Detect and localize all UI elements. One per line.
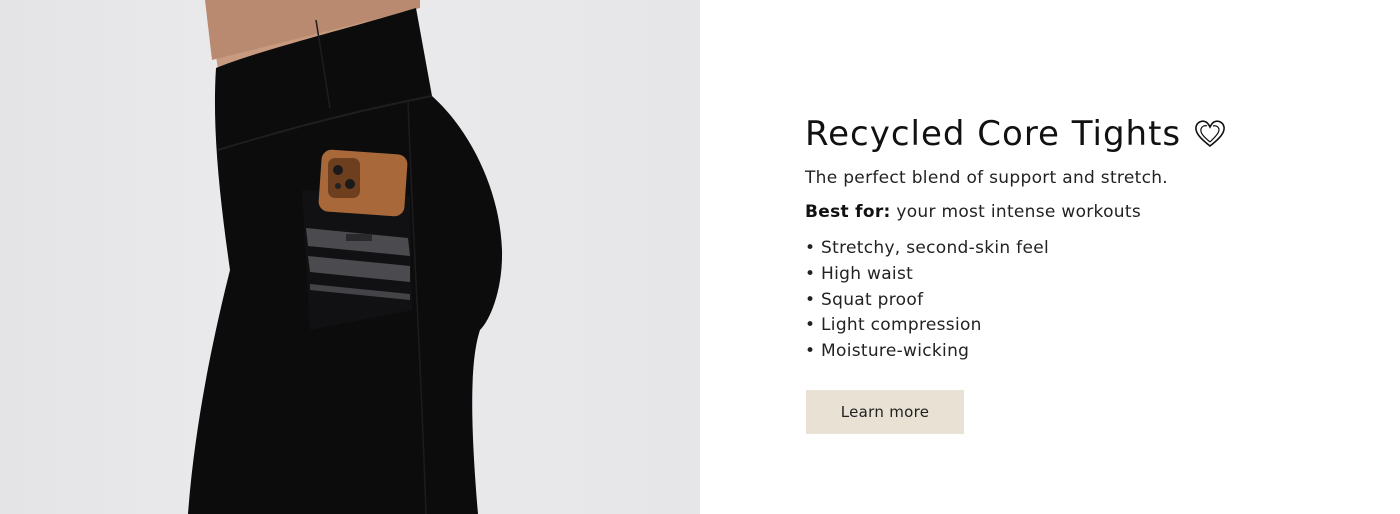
feature-item: Light compression bbox=[805, 313, 1325, 339]
feature-list: Stretchy, second-skin feel High waist Sq… bbox=[805, 236, 1325, 365]
best-for-line: Best for: your most intense workouts bbox=[805, 202, 1325, 222]
learn-more-button[interactable]: Learn more bbox=[806, 390, 964, 434]
feature-item: Stretchy, second-skin feel bbox=[805, 236, 1325, 262]
heart-icon bbox=[1193, 118, 1227, 150]
feature-item: High waist bbox=[805, 262, 1325, 288]
hero-image bbox=[0, 0, 700, 514]
feature-item: Moisture-wicking bbox=[805, 339, 1325, 365]
product-photo bbox=[188, 0, 503, 514]
feature-item: Squat proof bbox=[805, 288, 1325, 314]
best-for-value: your most intense workouts bbox=[896, 202, 1141, 222]
title-row: Recycled Core Tights bbox=[805, 112, 1325, 156]
product-info: Recycled Core Tights The perfect blend o… bbox=[805, 112, 1325, 365]
product-subtitle: The perfect blend of support and stretch… bbox=[805, 168, 1168, 188]
best-for-label: Best for: bbox=[805, 202, 891, 222]
product-title: Recycled Core Tights bbox=[805, 114, 1182, 154]
